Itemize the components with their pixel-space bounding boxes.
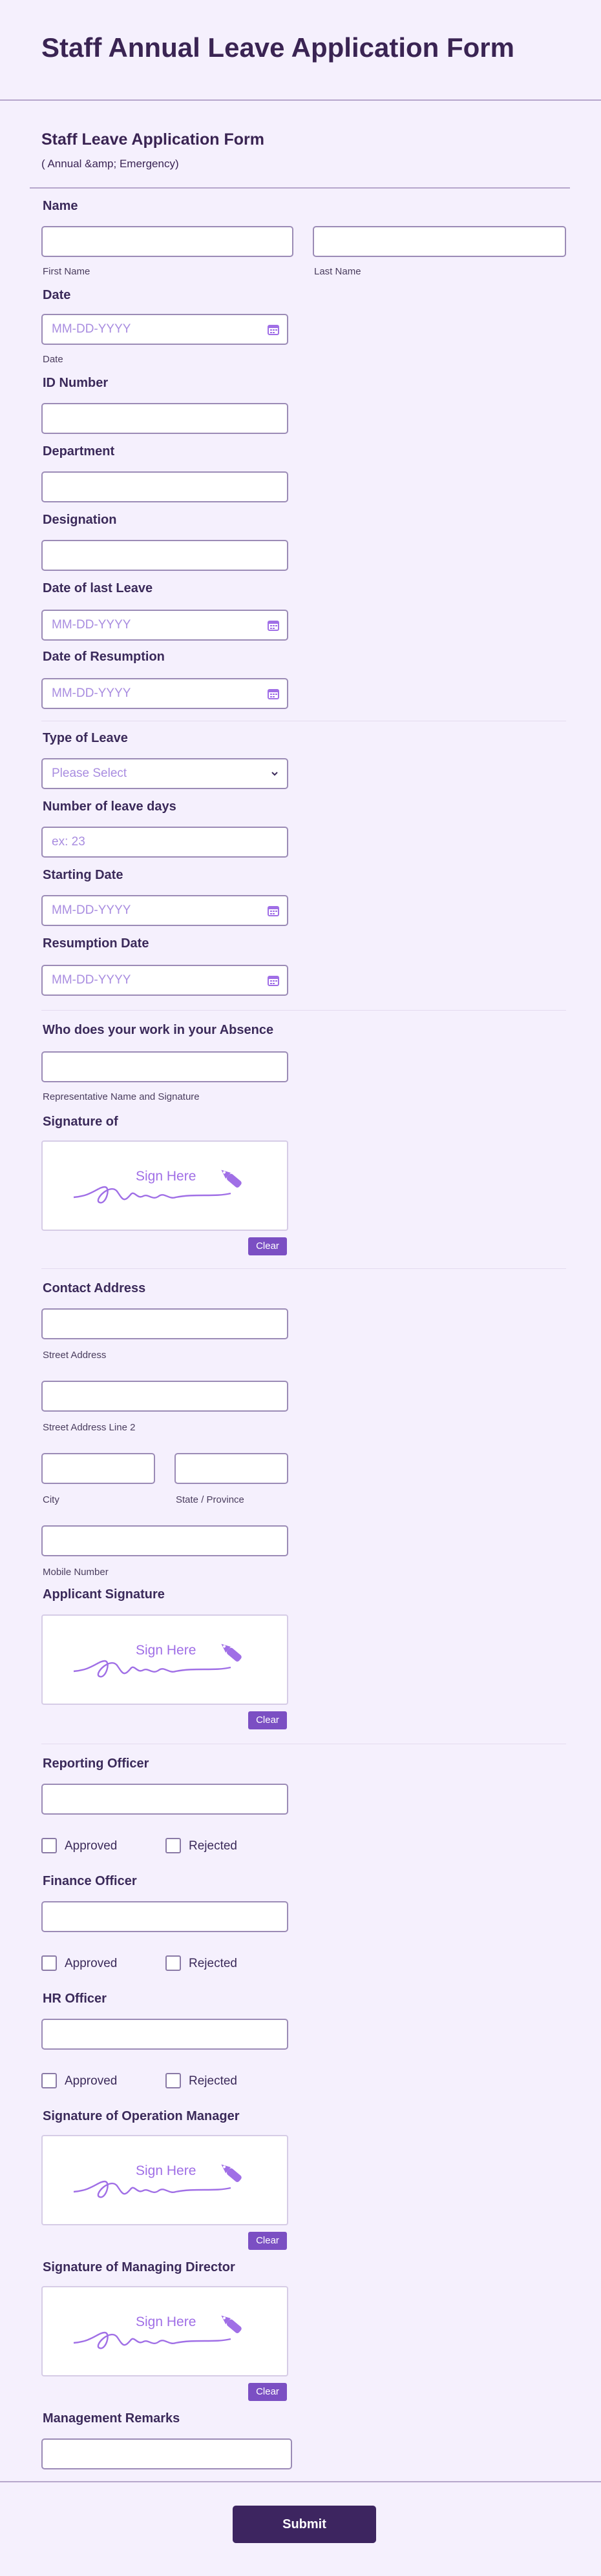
city-sublabel: City: [43, 1494, 59, 1505]
section-divider: [30, 187, 570, 189]
date-input[interactable]: MM-DD-YYYY: [41, 314, 288, 345]
finance-rejected-checkbox[interactable]: [165, 1955, 181, 1971]
hr-approved-checkbox[interactable]: [41, 2073, 57, 2088]
state-sublabel: State / Province: [176, 1494, 244, 1505]
hr-rejected-checkbox[interactable]: [165, 2073, 181, 2088]
leave-days-label: Number of leave days: [43, 799, 176, 814]
last-name-sublabel: Last Name: [314, 266, 361, 277]
reporting-rejected-checkbox[interactable]: [165, 1838, 181, 1853]
designation-label: Designation: [43, 513, 117, 527]
op-manager-signature-pad[interactable]: Sign Here: [41, 2135, 288, 2225]
resumption-prev-label: Date of Resumption: [43, 650, 165, 664]
applicant-signature-pad[interactable]: Sign Here: [41, 1614, 288, 1705]
calendar-icon[interactable]: [268, 688, 279, 699]
state-input[interactable]: [174, 1453, 288, 1484]
leave-type-select[interactable]: Please Select: [41, 758, 288, 789]
department-input[interactable]: [41, 471, 288, 502]
mobile-number-sublabel: Mobile Number: [43, 1567, 109, 1578]
absence-cover-sublabel: Representative Name and Signature: [43, 1091, 200, 1102]
management-remarks-input[interactable]: [41, 2438, 292, 2469]
reporting-officer-label: Reporting Officer: [43, 1757, 149, 1771]
last-name-input[interactable]: [313, 226, 566, 257]
last-leave-placeholder: MM-DD-YYYY: [52, 618, 131, 632]
calendar-icon[interactable]: [268, 905, 279, 916]
id-number-label: ID Number: [43, 376, 109, 390]
designation-input[interactable]: [41, 540, 288, 571]
leave-type-placeholder: Please Select: [52, 767, 127, 780]
pen-signature-icon: [73, 1643, 242, 1678]
clear-md-signature-button[interactable]: Clear: [248, 2383, 287, 2401]
signature-of-label: Signature of: [43, 1115, 118, 1129]
last-leave-label: Date of last Leave: [43, 581, 153, 595]
mobile-number-input[interactable]: [41, 1525, 288, 1556]
finance-officer-input[interactable]: [41, 1901, 288, 1932]
pen-signature-icon: [73, 2164, 242, 2198]
leave-days-input[interactable]: ex: 23: [41, 827, 288, 858]
signature-pad[interactable]: Sign Here: [41, 1140, 288, 1231]
leave-type-label: Type of Leave: [43, 731, 128, 745]
reporting-approved-checkbox[interactable]: [41, 1838, 57, 1853]
leave-days-placeholder: ex: 23: [52, 835, 85, 849]
hr-officer-label: HR Officer: [43, 1992, 107, 2006]
reporting-officer-input[interactable]: [41, 1784, 288, 1815]
resumption-prev-input[interactable]: MM-DD-YYYY: [41, 678, 288, 709]
clear-signature-button[interactable]: Clear: [248, 1237, 287, 1255]
footer-divider: [0, 2481, 601, 2482]
street-address-2-input[interactable]: [41, 1381, 288, 1412]
section-subtitle: ( Annual &amp; Emergency): [41, 158, 179, 170]
chevron-down-icon: [271, 772, 278, 776]
resumption-prev-placeholder: MM-DD-YYYY: [52, 686, 131, 700]
absence-cover-label: Who does your work in your Absence: [43, 1023, 274, 1037]
finance-approved-checkbox[interactable]: [41, 1955, 57, 1971]
reporting-rejected-label: Rejected: [189, 1839, 237, 1853]
city-input[interactable]: [41, 1453, 155, 1484]
starting-date-placeholder: MM-DD-YYYY: [52, 903, 131, 917]
finance-rejected-label: Rejected: [189, 1957, 237, 1970]
resumption-date-input[interactable]: MM-DD-YYYY: [41, 965, 288, 996]
date-label: Date: [43, 288, 71, 302]
hr-officer-input[interactable]: [41, 2019, 288, 2050]
pen-signature-icon: [73, 1170, 242, 1204]
reporting-approved-label: Approved: [65, 1839, 118, 1853]
clear-applicant-signature-button[interactable]: Clear: [248, 1711, 287, 1729]
id-number-input[interactable]: [41, 403, 288, 434]
calendar-icon[interactable]: [268, 974, 279, 986]
starting-date-label: Starting Date: [43, 868, 123, 882]
hr-approved-label: Approved: [65, 2074, 118, 2088]
md-signature-label: Signature of Managing Director: [43, 2260, 235, 2274]
street-address-sublabel: Street Address: [43, 1350, 107, 1361]
section-title: Staff Leave Application Form: [41, 130, 264, 149]
contact-address-label: Contact Address: [43, 1281, 146, 1295]
page-title: Staff Annual Leave Application Form: [41, 32, 514, 63]
divider: [41, 1268, 566, 1269]
date-sublabel: Date: [43, 354, 63, 365]
absence-cover-input[interactable]: [41, 1051, 288, 1082]
pen-signature-icon: [73, 2315, 242, 2349]
submit-button[interactable]: Submit: [233, 2506, 376, 2543]
date-placeholder: MM-DD-YYYY: [52, 322, 131, 336]
calendar-icon[interactable]: [268, 324, 279, 335]
calendar-icon[interactable]: [268, 619, 279, 631]
resumption-date-label: Resumption Date: [43, 936, 149, 951]
first-name-input[interactable]: [41, 226, 293, 257]
applicant-signature-label: Applicant Signature: [43, 1587, 165, 1602]
name-label: Name: [43, 199, 78, 213]
finance-officer-label: Finance Officer: [43, 1874, 137, 1888]
last-leave-input[interactable]: MM-DD-YYYY: [41, 610, 288, 641]
street-address-input[interactable]: [41, 1308, 288, 1339]
street-address-2-sublabel: Street Address Line 2: [43, 1422, 136, 1433]
department-label: Department: [43, 444, 115, 459]
first-name-sublabel: First Name: [43, 266, 90, 277]
hr-rejected-label: Rejected: [189, 2074, 237, 2088]
op-manager-signature-label: Signature of Operation Manager: [43, 2109, 240, 2123]
starting-date-input[interactable]: MM-DD-YYYY: [41, 895, 288, 926]
resumption-date-placeholder: MM-DD-YYYY: [52, 973, 131, 987]
header-divider: [0, 99, 601, 101]
md-signature-pad[interactable]: Sign Here: [41, 2286, 288, 2376]
divider: [41, 1010, 566, 1011]
management-remarks-label: Management Remarks: [43, 2411, 180, 2426]
finance-approved-label: Approved: [65, 1957, 118, 1970]
clear-op-manager-signature-button[interactable]: Clear: [248, 2232, 287, 2250]
